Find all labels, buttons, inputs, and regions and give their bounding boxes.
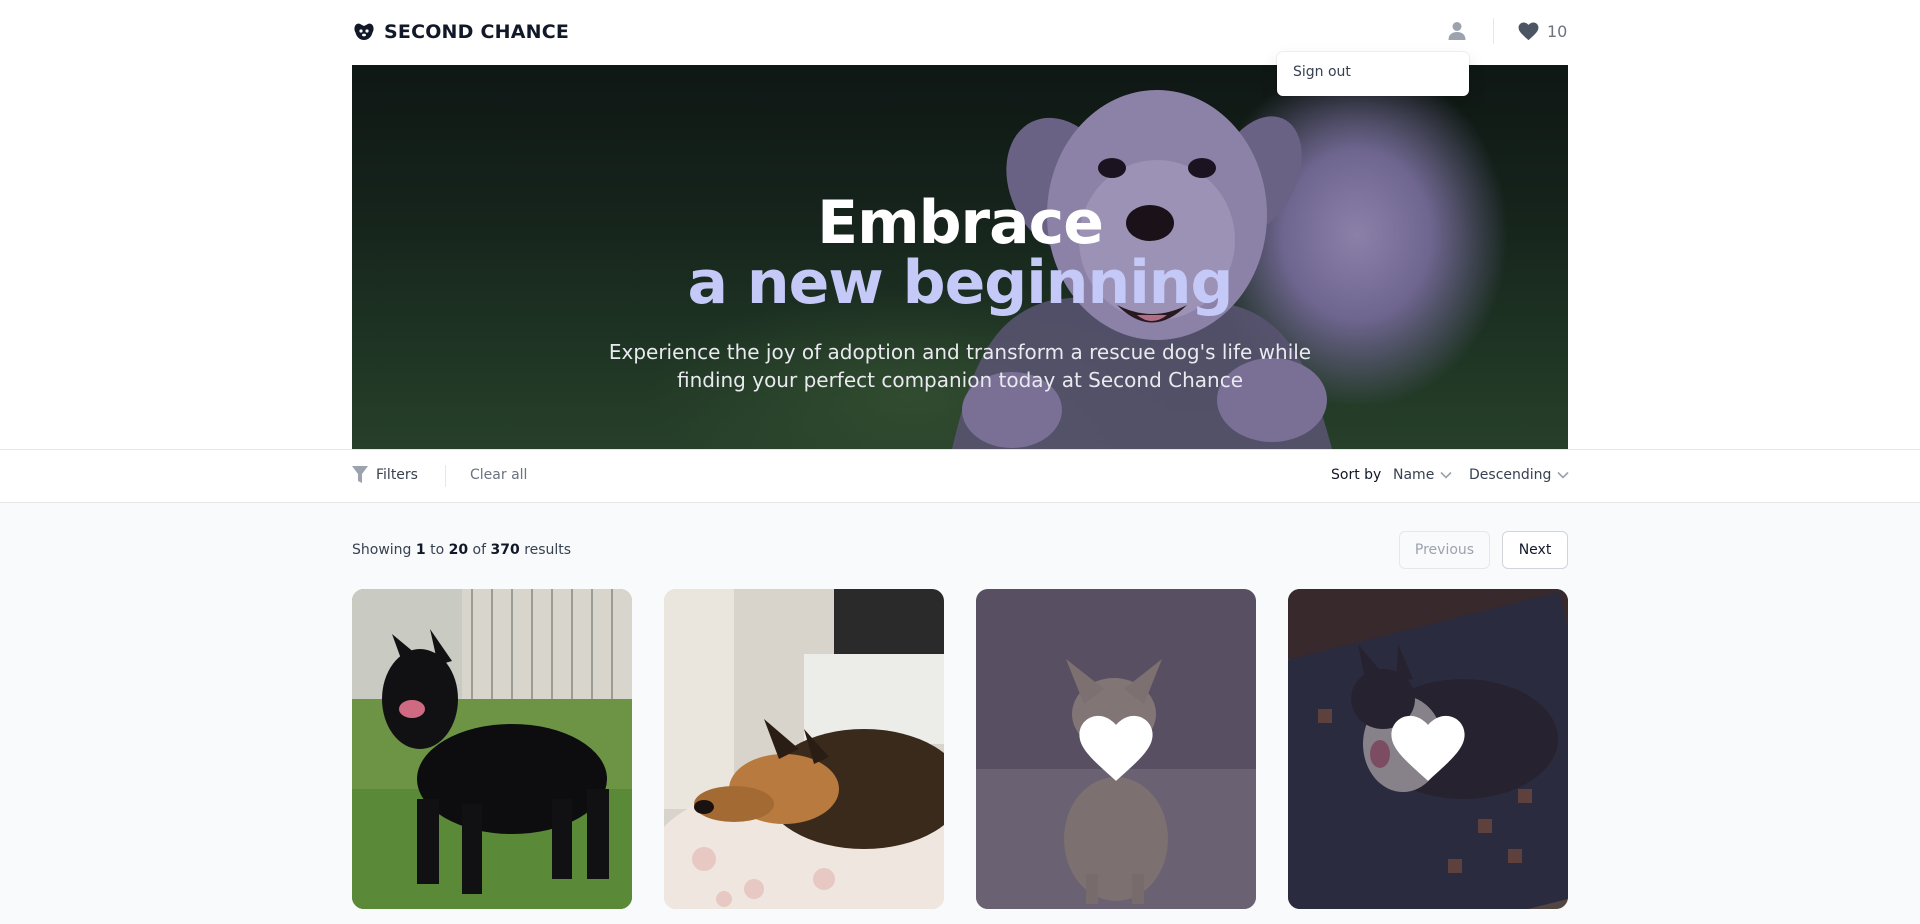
results-from: 1	[415, 542, 426, 558]
dog-photo	[664, 589, 944, 909]
hero-banner: Embrace a new beginning Experience the j…	[352, 65, 1568, 449]
filter-bar: Filters Clear all Sort by Name Descendin…	[0, 449, 1920, 503]
funnel-icon	[352, 466, 368, 483]
results-to-word: to	[430, 542, 445, 558]
results-prefix: Showing	[352, 542, 412, 558]
favorite-overlay	[1288, 589, 1568, 909]
results-summary: Showing 1 to 20 of 370 results	[352, 542, 571, 558]
sort-field-value: Name	[1393, 467, 1435, 483]
sort-order-value: Descending	[1469, 467, 1552, 483]
filters-button[interactable]: Filters	[352, 466, 418, 484]
chevron-down-icon	[1440, 471, 1452, 479]
hero-subtitle: Experience the joy of adoption and trans…	[608, 340, 1312, 392]
dog-card[interactable]	[352, 589, 632, 909]
results-total: 370	[490, 542, 520, 558]
results-of-word: of	[472, 542, 487, 558]
favorites-button[interactable]: 10	[1518, 19, 1567, 43]
next-page-button[interactable]: Next	[1502, 531, 1568, 569]
sort-by-label: Sort by	[1331, 467, 1382, 483]
user-icon	[1448, 22, 1466, 40]
sort-order-select[interactable]: Descending	[1469, 467, 1569, 483]
hero-title-line2: a new beginning	[687, 248, 1234, 318]
chevron-down-icon	[1557, 471, 1569, 479]
brand-logo[interactable]: SECOND CHANCE	[352, 20, 569, 44]
results-suffix: results	[524, 542, 572, 558]
header-divider	[1493, 18, 1494, 44]
hero-text: Embrace a new beginning Experience the j…	[352, 65, 1568, 449]
hero-title-line1: Embrace	[817, 188, 1104, 258]
clear-all-button[interactable]: Clear all	[470, 467, 527, 483]
filters-label: Filters	[376, 467, 418, 483]
paw-icon	[354, 23, 374, 40]
dog-card[interactable]	[1288, 589, 1568, 909]
heart-icon	[1518, 22, 1539, 40]
sign-out-menu-item[interactable]: Sign out	[1293, 64, 1351, 80]
favorites-count: 10	[1547, 21, 1568, 41]
top-header: SECOND CHANCE 10	[0, 0, 1920, 65]
brand-name: SECOND CHANCE	[384, 21, 570, 43]
heart-icon	[1391, 715, 1465, 781]
sort-field-select[interactable]: Name	[1393, 467, 1452, 483]
dog-card[interactable]	[664, 589, 944, 909]
previous-page-button[interactable]: Previous	[1399, 531, 1490, 569]
results-section: Showing 1 to 20 of 370 results Previous …	[0, 503, 1920, 924]
user-dropdown-menu: Sign out	[1277, 52, 1469, 96]
heart-icon	[1079, 715, 1153, 781]
favorite-overlay	[976, 589, 1256, 909]
results-to: 20	[448, 542, 469, 558]
dog-card[interactable]	[976, 589, 1256, 909]
user-menu-button[interactable]	[1446, 19, 1468, 43]
dog-photo	[352, 589, 632, 909]
filter-divider	[445, 465, 446, 487]
